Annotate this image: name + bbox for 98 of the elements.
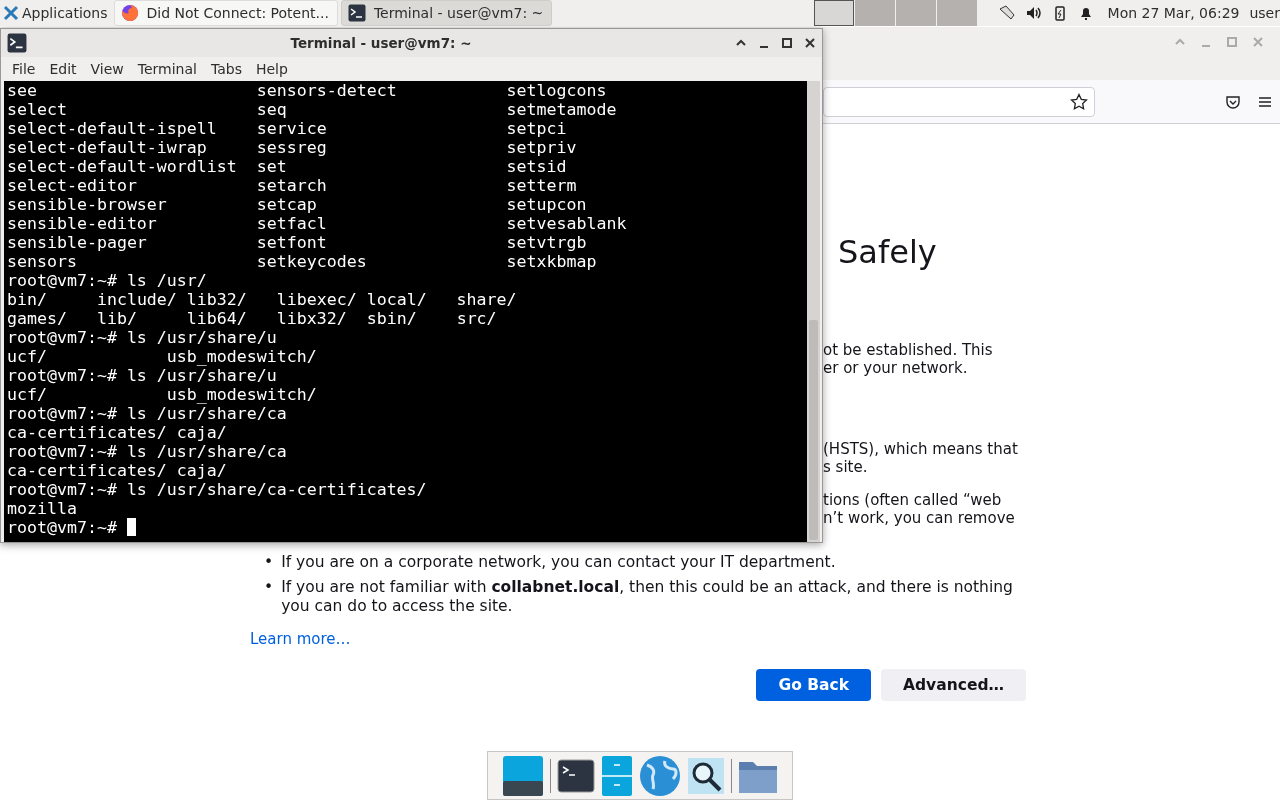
terminal-text: sessreg: [256, 138, 327, 157]
address-field[interactable]: [823, 86, 1095, 117]
terminal-text: libexec/ local/: [276, 290, 427, 309]
terminal-text: usb_modeswitch/: [166, 347, 317, 366]
file-cabinet-icon[interactable]: [601, 754, 633, 797]
terminal-text: setcap: [256, 195, 317, 214]
terminal-text: setpci: [506, 119, 567, 138]
learn-more-link[interactable]: Learn more…: [250, 630, 351, 648]
star-icon[interactable]: [1070, 92, 1088, 111]
terminal-text: setmetamode: [506, 100, 617, 119]
terminal-text: ucf/: [7, 347, 47, 366]
terminal-text: setlogcons: [506, 81, 607, 100]
terminal-text: setfacl: [256, 214, 327, 233]
terminal-text: sbin/: [366, 309, 417, 328]
browser-icon: [120, 4, 139, 22]
terminal-text: sensors-detect: [256, 81, 397, 100]
terminal-text: usb_modeswitch/: [166, 385, 317, 404]
terminal-text: setfont: [256, 233, 327, 252]
bullet-marker: •: [264, 578, 274, 598]
terminal-text: include/ lib32/: [96, 290, 247, 309]
page-text: s site.: [823, 458, 869, 476]
globe-icon[interactable]: [639, 754, 681, 797]
terminal-icon: [347, 4, 366, 22]
bullet-text: If you are on a corporate network, you can contact your IT department.: [281, 553, 837, 572]
terminal-text: setkeycodes: [256, 252, 367, 271]
terminal-text: select-default-ispell: [7, 119, 217, 138]
terminal-text: setsid: [506, 157, 567, 176]
terminal-text: lib64/: [186, 309, 247, 328]
terminal-text: seq: [256, 100, 287, 119]
user-name[interactable]: user: [1249, 5, 1280, 21]
volume-icon: [1025, 5, 1042, 21]
terminal-text: see: [7, 81, 37, 100]
terminal-text: setpriv: [506, 138, 577, 157]
menu-item[interactable]: Tabs: [203, 61, 249, 77]
page-text: tions (often called “web: [823, 491, 1003, 509]
menu-item[interactable]: File: [5, 61, 43, 77]
x-logo-icon: [3, 5, 19, 21]
taskbar-button[interactable]: Did Not Connect: Potent...: [113, 0, 338, 26]
menu-item[interactable]: Help: [248, 61, 295, 77]
terminal-text: root@vm7:~# ls /usr/share/ca-certificates/: [7, 480, 427, 499]
text-cursor: [126, 518, 136, 536]
terminal-icon[interactable]: [557, 756, 595, 795]
advanced-button[interactable]: Advanced…: [881, 669, 1026, 701]
terminal-text: setterm: [506, 176, 577, 195]
terminal-text: root@vm7:~#: [7, 518, 117, 537]
go-back-button[interactable]: Go Back: [756, 669, 871, 701]
page-text: ot be established. This: [823, 341, 994, 359]
terminal-text: sensible-editor: [7, 214, 157, 233]
applications-menu[interactable]: Applications: [0, 0, 114, 26]
terminal-text: root@vm7:~# ls /usr/share/ca: [7, 404, 287, 423]
page-text: (HSTS), which means that: [823, 440, 1019, 458]
menu-item[interactable]: Terminal: [130, 61, 204, 77]
close-icon[interactable]: [804, 37, 816, 49]
terminal-text: share/: [456, 290, 517, 309]
terminal-text: ca-certificates/ caja/: [7, 423, 227, 442]
terminal-text: libx32/: [276, 309, 347, 328]
maximize-icon[interactable]: [781, 37, 793, 49]
terminal-text: select: [7, 100, 67, 119]
terminal-text: select-default-iwrap: [7, 138, 207, 157]
workspace-button[interactable]: [813, 0, 854, 26]
terminal-text: root@vm7:~# ls /usr/share/u: [7, 366, 277, 385]
terminal-text: src/: [456, 309, 497, 328]
pocket-icon[interactable]: [1225, 93, 1241, 110]
terminal-text: ucf/: [7, 385, 47, 404]
scrollbar[interactable]: [807, 81, 820, 542]
terminal-text: mozilla: [7, 499, 77, 518]
terminal-text: lib/: [96, 309, 137, 328]
terminal-text: setupcon: [506, 195, 587, 214]
page-text: er or your network.: [823, 359, 969, 377]
menu-item[interactable]: View: [83, 61, 131, 77]
terminal-text: sensors: [7, 252, 77, 271]
page-text: n’t work, you can remove: [823, 509, 1016, 527]
terminal-text: bin/: [7, 290, 47, 309]
search-icon[interactable]: [687, 756, 725, 795]
terminal-text: setvtrgb: [506, 233, 587, 252]
desktop-icon[interactable]: [502, 754, 544, 797]
terminal-text: games/: [7, 309, 67, 328]
terminal-text: select-default-wordlist: [7, 157, 237, 176]
terminal-text: service: [256, 119, 327, 138]
clock[interactable]: Mon 27 Mar, 06:29: [1107, 5, 1240, 21]
terminal-text: root@vm7:~# ls /usr/share/ca: [7, 442, 287, 461]
terminal-text: select-editor: [7, 176, 137, 195]
bullet-text: If you are not familiar with collabnet.local, then this could be an attack, and there is nothing you can do to access the site.: [281, 578, 1014, 616]
terminal-text: sensible-pager: [7, 233, 147, 252]
menu-item[interactable]: Edit: [42, 61, 84, 77]
window-title: Terminal - user@vm7: ~: [289, 35, 473, 51]
page-heading: Safely: [838, 232, 938, 272]
terminal-text: ca-certificates/ caja/: [7, 461, 227, 480]
terminal-text: sensible-browser: [7, 195, 167, 214]
terminal-text: setxkbmap: [506, 252, 597, 271]
terminal-text: setvesablank: [506, 214, 627, 233]
terminal-text: set: [256, 157, 287, 176]
taskbar-button[interactable]: Terminal - user@vm7: ~: [340, 0, 553, 26]
terminal-text: setarch: [256, 176, 327, 195]
terminal-text: root@vm7:~# ls /usr/share/u: [7, 328, 277, 347]
terminal-icon: [7, 33, 27, 53]
terminal-text: root@vm7:~# ls /usr/: [7, 271, 207, 290]
bullet-marker: •: [264, 553, 274, 572]
